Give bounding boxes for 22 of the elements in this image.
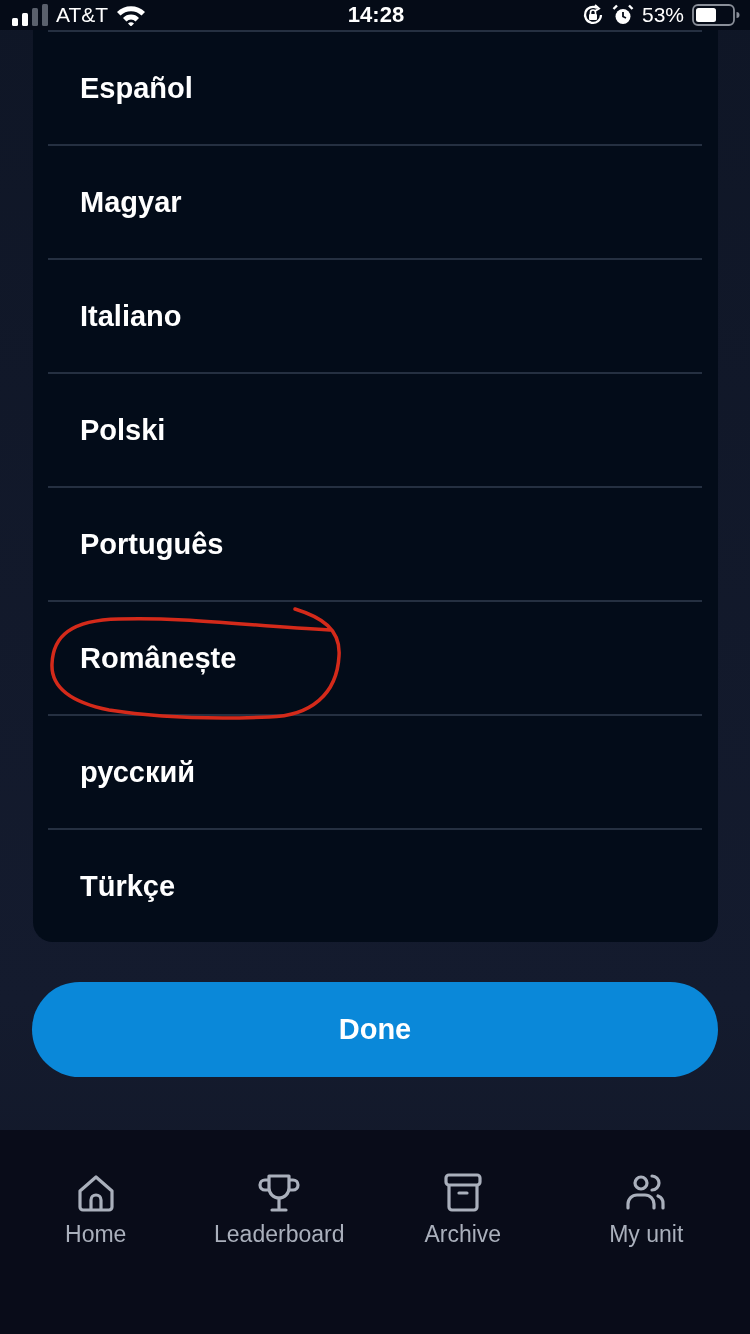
battery-percentage: 53% <box>641 3 684 27</box>
language-option[interactable]: Polski <box>33 374 718 486</box>
language-option[interactable]: Türkçe <box>33 830 718 942</box>
battery-icon <box>692 4 740 26</box>
tab-bar-item[interactable]: Home <box>59 1130 133 1270</box>
language-option[interactable]: русский <box>33 716 718 828</box>
wifi-icon <box>116 4 147 26</box>
language-option[interactable]: Português <box>33 488 718 600</box>
tab-bar-item[interactable]: Leaderboard <box>208 1130 351 1270</box>
language-option[interactable]: Italiano <box>33 260 718 372</box>
carrier-name: AT&T <box>56 3 109 27</box>
signal-icon <box>12 4 48 26</box>
status-time: 14:28 <box>347 2 405 28</box>
language-option[interactable]: Românește <box>33 602 718 714</box>
language-option[interactable]: Magyar <box>33 146 718 258</box>
tab-bar-item[interactable]: My unit <box>603 1130 690 1270</box>
tab-bar-item[interactable]: Archive <box>418 1130 508 1270</box>
done-button[interactable]: Done <box>32 982 718 1077</box>
trophy-icon <box>257 1171 302 1215</box>
alarm-clock-icon <box>611 4 634 26</box>
language-option[interactable]: Español <box>33 32 718 144</box>
rotation-lock-icon <box>581 4 604 26</box>
